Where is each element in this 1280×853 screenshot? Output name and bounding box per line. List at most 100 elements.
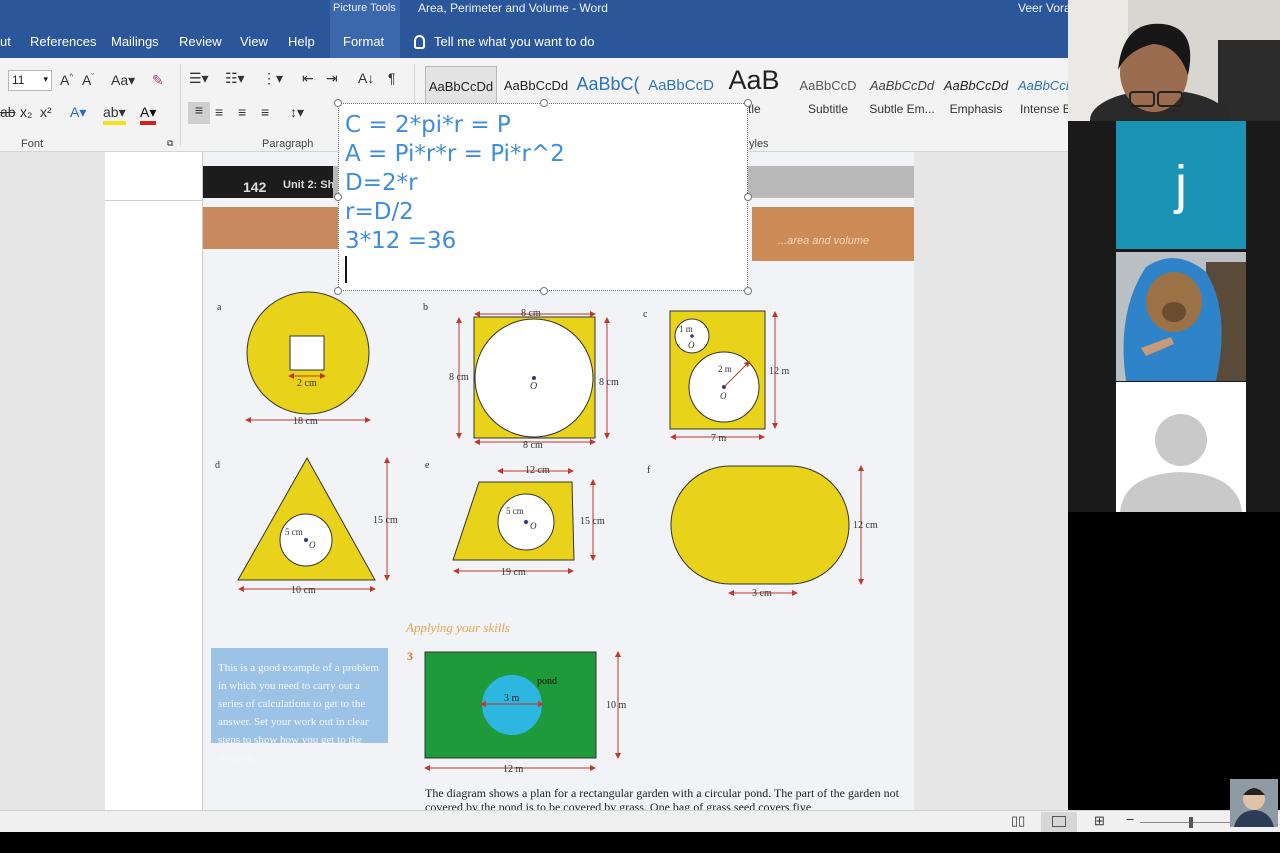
label-d: d	[215, 460, 220, 471]
line-spacing-icon[interactable]: ↕▾	[290, 104, 304, 121]
tab-layout[interactable]: ut	[0, 34, 11, 49]
print-layout-button[interactable]	[1041, 812, 1077, 832]
label-f: f	[647, 465, 651, 476]
increase-indent-icon[interactable]: ⇥	[326, 70, 338, 87]
presenter-video	[1068, 0, 1280, 121]
align-center-icon[interactable]: ≡	[215, 104, 223, 120]
text-effects-icon[interactable]: A▾	[70, 104, 86, 121]
formula-line[interactable]: A = Pi*r*r = Pi*r^2	[345, 140, 747, 169]
resize-handle[interactable]	[334, 287, 342, 295]
label-c-small: 1 m	[679, 324, 693, 334]
label-c: c	[643, 309, 648, 320]
resize-handle[interactable]	[744, 287, 752, 295]
label-b-right: 8 cm	[599, 377, 619, 388]
workspace-background	[0, 512, 1280, 810]
text-cursor	[345, 256, 347, 283]
zoom-out-icon[interactable]: −	[1126, 811, 1134, 827]
participant-tile-placeholder[interactable]	[1068, 382, 1280, 512]
title-bar: Picture Tools Area, Perimeter and Volume…	[0, 0, 1071, 58]
resize-handle[interactable]	[540, 287, 548, 295]
account-name[interactable]: Veer Vora	[1018, 1, 1071, 15]
bullets-icon[interactable]: ☰▾	[189, 70, 209, 87]
label-e-top: 12 cm	[525, 465, 550, 476]
print-layout-icon	[1052, 816, 1066, 827]
justify-icon[interactable]: ≡	[261, 104, 269, 120]
tab-format[interactable]: Format	[343, 34, 384, 49]
style-subtle-emphasis[interactable]: AaBbCcDd Subtle Em...	[866, 66, 938, 122]
label-e: e	[425, 460, 430, 471]
self-view-video	[1230, 779, 1278, 827]
video-gallery: j	[1068, 0, 1280, 512]
highlight-color-icon[interactable]: ab▾	[103, 104, 126, 125]
sort-icon[interactable]: A↓	[358, 70, 374, 86]
resize-handle[interactable]	[744, 193, 752, 201]
group-separator	[180, 64, 181, 146]
chevron-down-icon: ▾	[43, 74, 48, 84]
status-bar: ▯▯ ⊞ −	[0, 810, 1280, 832]
style-subtitle[interactable]: AaBbCcD Subtitle	[793, 66, 863, 122]
label-b: b	[423, 302, 428, 313]
formula-line[interactable]: 3*12 =36	[345, 227, 747, 256]
participant-tile-j[interactable]: j	[1068, 121, 1280, 251]
lightbulb-icon	[414, 34, 425, 49]
tab-help[interactable]: Help	[288, 34, 315, 49]
label-c-bottom: 7 m	[711, 433, 727, 444]
align-left-icon[interactable]: ≡	[188, 102, 210, 124]
tab-references[interactable]: References	[30, 34, 96, 49]
font-size-value: 11	[12, 73, 25, 87]
font-group-label: Font	[21, 138, 44, 150]
superscript-icon[interactable]: x²	[40, 104, 52, 120]
numbering-icon[interactable]: ☷▾	[225, 70, 245, 87]
label-c-big-center: O	[720, 391, 727, 401]
subscript-icon[interactable]: x₂	[20, 104, 32, 120]
multilevel-list-icon[interactable]: ⋮▾	[262, 70, 283, 87]
shrink-font-icon[interactable]: Aˇ	[82, 72, 94, 88]
align-right-icon[interactable]: ≡	[238, 104, 246, 120]
label-b-bottom: 8 cm	[523, 440, 543, 451]
resize-handle[interactable]	[744, 99, 752, 107]
label-a-width: 18 cm	[293, 416, 318, 427]
change-case-icon[interactable]: Aa▾	[111, 72, 135, 89]
contextual-tab-group: Picture Tools	[333, 2, 396, 14]
formula-line[interactable]: r=D/2	[345, 198, 747, 227]
paragraph-group-label: Paragraph	[262, 138, 314, 150]
clear-formatting-icon[interactable]: ✎	[152, 72, 164, 89]
styles-group-label: yles	[749, 138, 769, 150]
tab-mailings[interactable]: Mailings	[111, 34, 159, 49]
label-a-square: 2 cm	[297, 378, 317, 389]
decrease-indent-icon[interactable]: ⇤	[302, 70, 314, 87]
strikethrough-icon[interactable]: ab	[0, 104, 16, 120]
document-title: Area, Perimeter and Volume - Word	[418, 1, 608, 15]
self-view-thumbnail[interactable]	[1230, 779, 1278, 827]
tab-review[interactable]: Review	[179, 34, 222, 49]
label-b-top: 8 cm	[521, 308, 541, 319]
formula-line[interactable]: C = 2*pi*r = P	[345, 111, 747, 140]
label-b-left: 8 cm	[449, 372, 469, 383]
participant-tile-presenter[interactable]	[1068, 0, 1280, 121]
zoom-thumb[interactable]	[1189, 817, 1193, 828]
resize-handle[interactable]	[334, 193, 342, 201]
participant-tile-dog[interactable]	[1068, 252, 1280, 381]
font-color-icon[interactable]: A▾	[140, 104, 157, 125]
resize-handle[interactable]	[334, 99, 342, 107]
font-size-select[interactable]: 11 ▾	[8, 70, 52, 91]
resize-handle[interactable]	[540, 99, 548, 107]
label-c-big: 2 m	[718, 364, 732, 374]
web-layout-icon[interactable]: ⊞	[1094, 813, 1105, 829]
dialog-launcher-icon[interactable]: ⧉	[167, 138, 173, 149]
label-c-small-center: O	[688, 340, 695, 350]
label-a: a	[217, 302, 222, 313]
tell-me-text: Tell me what you want to do	[434, 34, 595, 49]
style-intense-emphasis[interactable]: AaBbCcDd Intense E	[1014, 66, 1068, 122]
tab-view[interactable]: View	[240, 34, 268, 49]
style-emphasis[interactable]: AaBbCcDd Emphasis	[941, 66, 1011, 122]
tell-me-box[interactable]: Tell me what you want to do	[414, 34, 594, 49]
pilcrow-icon[interactable]: ¶	[388, 70, 396, 86]
label-b-center: O	[530, 381, 537, 392]
zoom-slider[interactable]	[1140, 822, 1230, 823]
read-mode-icon[interactable]: ▯▯	[1011, 813, 1025, 829]
screen-bottom-bar	[0, 832, 1280, 853]
grow-font-icon[interactable]: A^	[60, 72, 73, 88]
formula-text-box[interactable]: C = 2*pi*r = P A = Pi*r*r = Pi*r^2 D=2*r…	[334, 99, 752, 295]
formula-line[interactable]: D=2*r	[345, 169, 747, 198]
